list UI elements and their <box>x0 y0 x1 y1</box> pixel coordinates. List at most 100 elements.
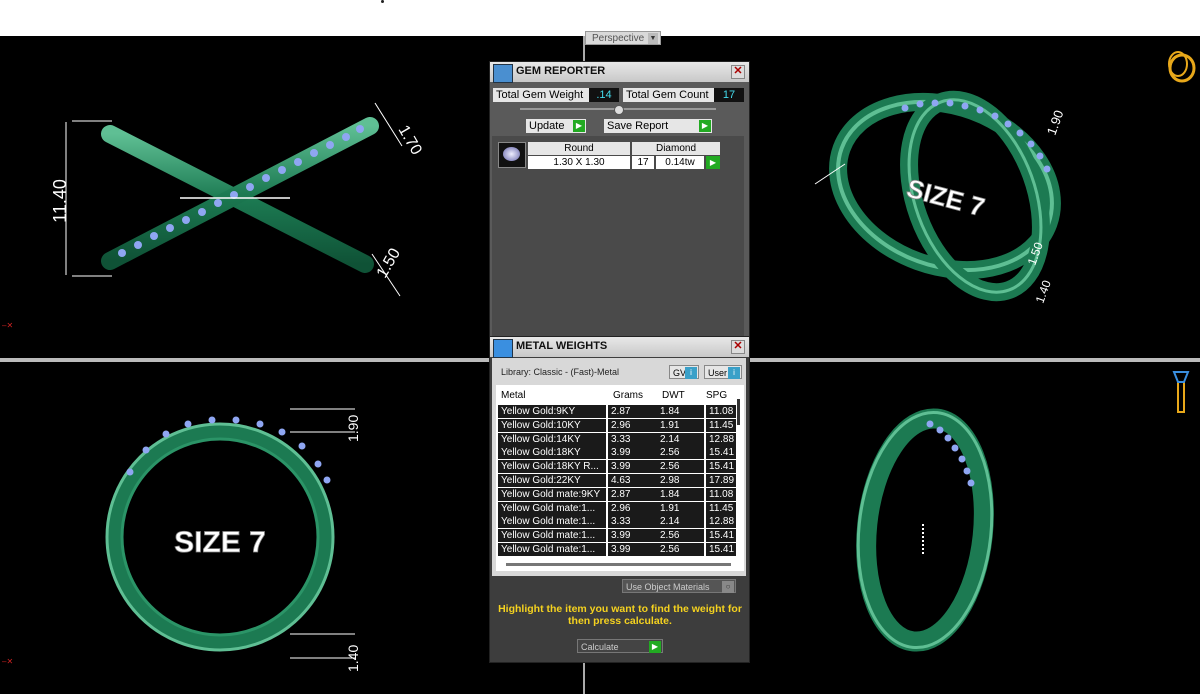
table-cell: 3.33 <box>608 515 658 529</box>
dim-f1: 1.90 <box>345 415 361 442</box>
col-spg: SPG <box>706 390 728 401</box>
close-icon[interactable]: ✕ <box>731 65 745 79</box>
table-cell: 3.99 <box>608 446 658 460</box>
table-cell: 11.45 <box>706 501 736 515</box>
table-cell: 15.41 <box>706 460 736 474</box>
info-icon: i <box>685 367 697 379</box>
total-gem-weight-value: .14 <box>589 88 619 102</box>
gem-row[interactable]: Round Diamond 1.30 X 1.30 17 0.14tw ▶ <box>496 140 722 170</box>
axis-indicator-front: –✕ <box>2 657 14 666</box>
cursor-dot <box>381 0 384 3</box>
table-cell: 2.96 <box>608 418 658 432</box>
info-icon: i <box>728 367 740 379</box>
col-metal: Metal <box>501 390 526 401</box>
gem-reporter-logo-icon <box>493 64 513 83</box>
gem-row-go-icon[interactable]: ▶ <box>706 156 720 169</box>
gem-reporter-titlebar[interactable]: GEM REPORTER ✕ <box>490 62 749 83</box>
table-cell: Yellow Gold mate:9KY <box>498 487 606 501</box>
gem-type: Diamond <box>632 142 720 155</box>
table-row[interactable]: Yellow Gold:18KY 3.99 2.56 15.41 <box>496 446 736 460</box>
total-gem-count-label: Total Gem Count <box>623 88 716 102</box>
gem-reporter-title: GEM REPORTER <box>516 65 606 77</box>
calculate-button[interactable]: Calculate ▶ <box>577 639 663 653</box>
slider-thumb[interactable] <box>614 105 624 115</box>
col-dwt: DWT <box>662 390 685 401</box>
table-row[interactable]: Yellow Gold:10KY 2.96 1.91 11.45 <box>496 418 736 432</box>
table-cell: 2.56 <box>657 543 704 556</box>
table-cell: 1.91 <box>657 418 704 432</box>
table-row[interactable]: Yellow Gold:18KY R... 3.99 2.56 15.41 <box>496 460 736 474</box>
save-report-button-label: Save Report <box>607 120 669 132</box>
table-cell: Yellow Gold:22KY <box>498 474 606 487</box>
calculate-hint: Highlight the item you want to find the … <box>498 603 742 627</box>
gem-shape: Round <box>528 142 630 155</box>
table-cell: 2.98 <box>657 474 704 487</box>
gv-button[interactable]: GV i <box>669 365 699 379</box>
metal-weights-titlebar[interactable]: METAL WEIGHTS ✕ <box>490 337 749 358</box>
table-row[interactable]: Yellow Gold mate:1... 3.99 2.56 15.41 <box>496 529 736 543</box>
viewport-mode-select[interactable]: Perspective ▼ <box>585 31 661 45</box>
table-cell: 17.89 <box>706 474 736 487</box>
dim-height: 11.40 <box>50 179 70 223</box>
table-cell: 3.99 <box>608 529 658 543</box>
update-button[interactable]: Update ▶ <box>526 119 586 133</box>
user-button-label: User <box>708 368 728 378</box>
table-cell: 4.63 <box>608 474 658 487</box>
total-gem-weight-label: Total Gem Weight <box>493 88 590 102</box>
dim-width-top: 1.70 <box>395 123 425 159</box>
gem-weight: 0.14tw <box>656 156 704 169</box>
table-cell: 2.56 <box>657 529 704 543</box>
table-cell: Yellow Gold:14KY <box>498 432 606 446</box>
table-cell: 2.14 <box>657 515 704 529</box>
table-cell: 3.99 <box>608 460 658 474</box>
library-label: Library: Classic - (Fast)-Metal <box>501 367 620 377</box>
table-row[interactable]: Yellow Gold:14KY 3.33 2.14 12.88 <box>496 432 736 446</box>
table-cell: 12.88 <box>706 515 736 529</box>
table-cell: 11.45 <box>706 418 736 432</box>
table-cell: 15.41 <box>706 543 736 556</box>
vertical-scrollbar[interactable] <box>737 399 740 425</box>
table-cell: Yellow Gold:9KY <box>498 405 606 418</box>
table-cell: 1.84 <box>657 487 704 501</box>
ring-side-icon[interactable] <box>1170 370 1192 416</box>
play-icon: ▶ <box>649 641 661 653</box>
size-label-front: SIZE 7 <box>174 526 266 559</box>
user-button[interactable]: User i <box>704 365 742 379</box>
horizontal-scrollbar[interactable] <box>506 563 731 566</box>
table-cell: 1.91 <box>657 501 704 515</box>
table-cell: 12.88 <box>706 432 736 446</box>
close-icon[interactable]: ✕ <box>731 340 745 354</box>
round-gem-icon <box>498 142 526 168</box>
table-cell: 3.99 <box>608 543 658 556</box>
table-cell: 15.41 <box>706 529 736 543</box>
metal-weights-logo-icon <box>493 339 513 358</box>
table-row[interactable]: Yellow Gold:22KY 4.63 2.98 17.89 <box>496 474 736 487</box>
ring-preview-icon[interactable] <box>1164 42 1200 84</box>
table-cell: 2.56 <box>657 460 704 474</box>
table-cell: Yellow Gold mate:1... <box>498 515 606 529</box>
table-cell: Yellow Gold mate:1... <box>498 543 606 556</box>
gem-count: 17 <box>632 156 654 169</box>
use-object-materials-button[interactable]: Use Object Materials ○ <box>622 579 736 593</box>
update-button-label: Update <box>529 120 565 132</box>
play-icon: ▶ <box>699 120 711 132</box>
table-cell: Yellow Gold mate:1... <box>498 501 606 515</box>
table-cell: 2.87 <box>608 487 658 501</box>
calculate-button-label: Calculate <box>581 642 619 652</box>
table-row[interactable]: Yellow Gold mate:9KY 2.87 1.84 11.08 <box>496 487 736 501</box>
table-cell: 11.08 <box>706 487 736 501</box>
metal-table[interactable]: Metal Grams DWT SPG Yellow Gold:9KY 2.87 1… <box>496 385 744 571</box>
save-report-button[interactable]: Save Report ▶ <box>604 119 712 133</box>
dim-p3: 1.40 <box>1033 278 1054 305</box>
table-row[interactable]: Yellow Gold mate:1... 2.96 1.91 11.45 <box>496 501 736 515</box>
table-cell: Yellow Gold mate:1... <box>498 529 606 543</box>
chevron-down-icon[interactable]: ▼ <box>648 33 658 44</box>
table-row[interactable]: Yellow Gold mate:1... 3.99 2.56 15.41 <box>496 543 736 556</box>
table-row[interactable]: Yellow Gold mate:1... 3.33 2.14 12.88 <box>496 515 736 529</box>
table-cell: 11.08 <box>706 405 736 418</box>
metal-weights-title: METAL WEIGHTS <box>516 340 608 352</box>
table-cell: 3.33 <box>608 432 658 446</box>
play-icon: ▶ <box>573 120 585 132</box>
table-row[interactable]: Yellow Gold:9KY 2.87 1.84 11.08 <box>496 405 736 418</box>
table-cell: 2.14 <box>657 432 704 446</box>
